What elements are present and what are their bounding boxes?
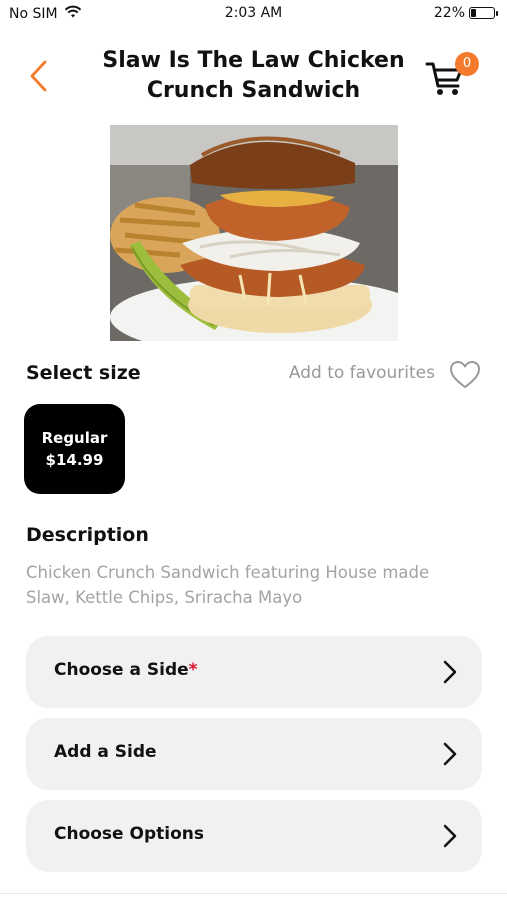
required-asterisk: * xyxy=(188,660,198,680)
description-text: Chicken Crunch Sandwich featuring House … xyxy=(26,563,430,607)
cart-count-badge: 0 xyxy=(455,52,479,76)
option-label: Add a Side xyxy=(54,742,157,762)
size-row: Select size Add to favourites xyxy=(26,360,481,390)
battery-icon xyxy=(469,7,498,19)
choose-options-row[interactable]: Choose Options xyxy=(26,800,482,872)
battery-cap xyxy=(496,11,498,16)
chevron-right-icon xyxy=(443,824,457,848)
select-size-label: Select size xyxy=(26,362,141,384)
add-to-favourites-link[interactable]: Add to favourites xyxy=(289,363,435,383)
back-button[interactable] xyxy=(24,56,54,96)
size-name: Regular xyxy=(41,429,108,447)
description-heading: Description xyxy=(26,524,149,546)
bottom-divider xyxy=(0,893,507,894)
option-label: Choose Options xyxy=(54,824,204,844)
option-label: Choose a Side* xyxy=(54,660,198,680)
header: Slaw Is The Law Chicken Crunch Sandwich … xyxy=(0,44,507,108)
status-right: 22% xyxy=(433,5,498,21)
status-bar: No SIM 2:03 AM 22% xyxy=(0,0,507,30)
page-title: Slaw Is The Law Chicken Crunch Sandwich xyxy=(102,48,405,103)
status-time: 2:03 AM xyxy=(224,5,283,21)
size-option-regular[interactable]: Regular $14.99 xyxy=(24,404,125,494)
battery-level-fill xyxy=(471,9,476,17)
add-a-side-row[interactable]: Add a Side xyxy=(26,718,482,790)
cart-button[interactable]: 0 xyxy=(425,52,479,100)
chevron-left-icon xyxy=(30,60,47,92)
choose-a-side-row[interactable]: Choose a Side* xyxy=(26,636,482,708)
product-image xyxy=(110,125,398,341)
heart-outline-icon xyxy=(450,361,480,388)
option-label-text: Choose a Side xyxy=(54,660,189,680)
chevron-right-icon xyxy=(443,742,457,766)
size-price: $14.99 xyxy=(45,451,104,469)
chevron-right-icon xyxy=(443,660,457,684)
favourite-button[interactable] xyxy=(449,360,481,390)
battery-percent: 22% xyxy=(433,5,465,21)
